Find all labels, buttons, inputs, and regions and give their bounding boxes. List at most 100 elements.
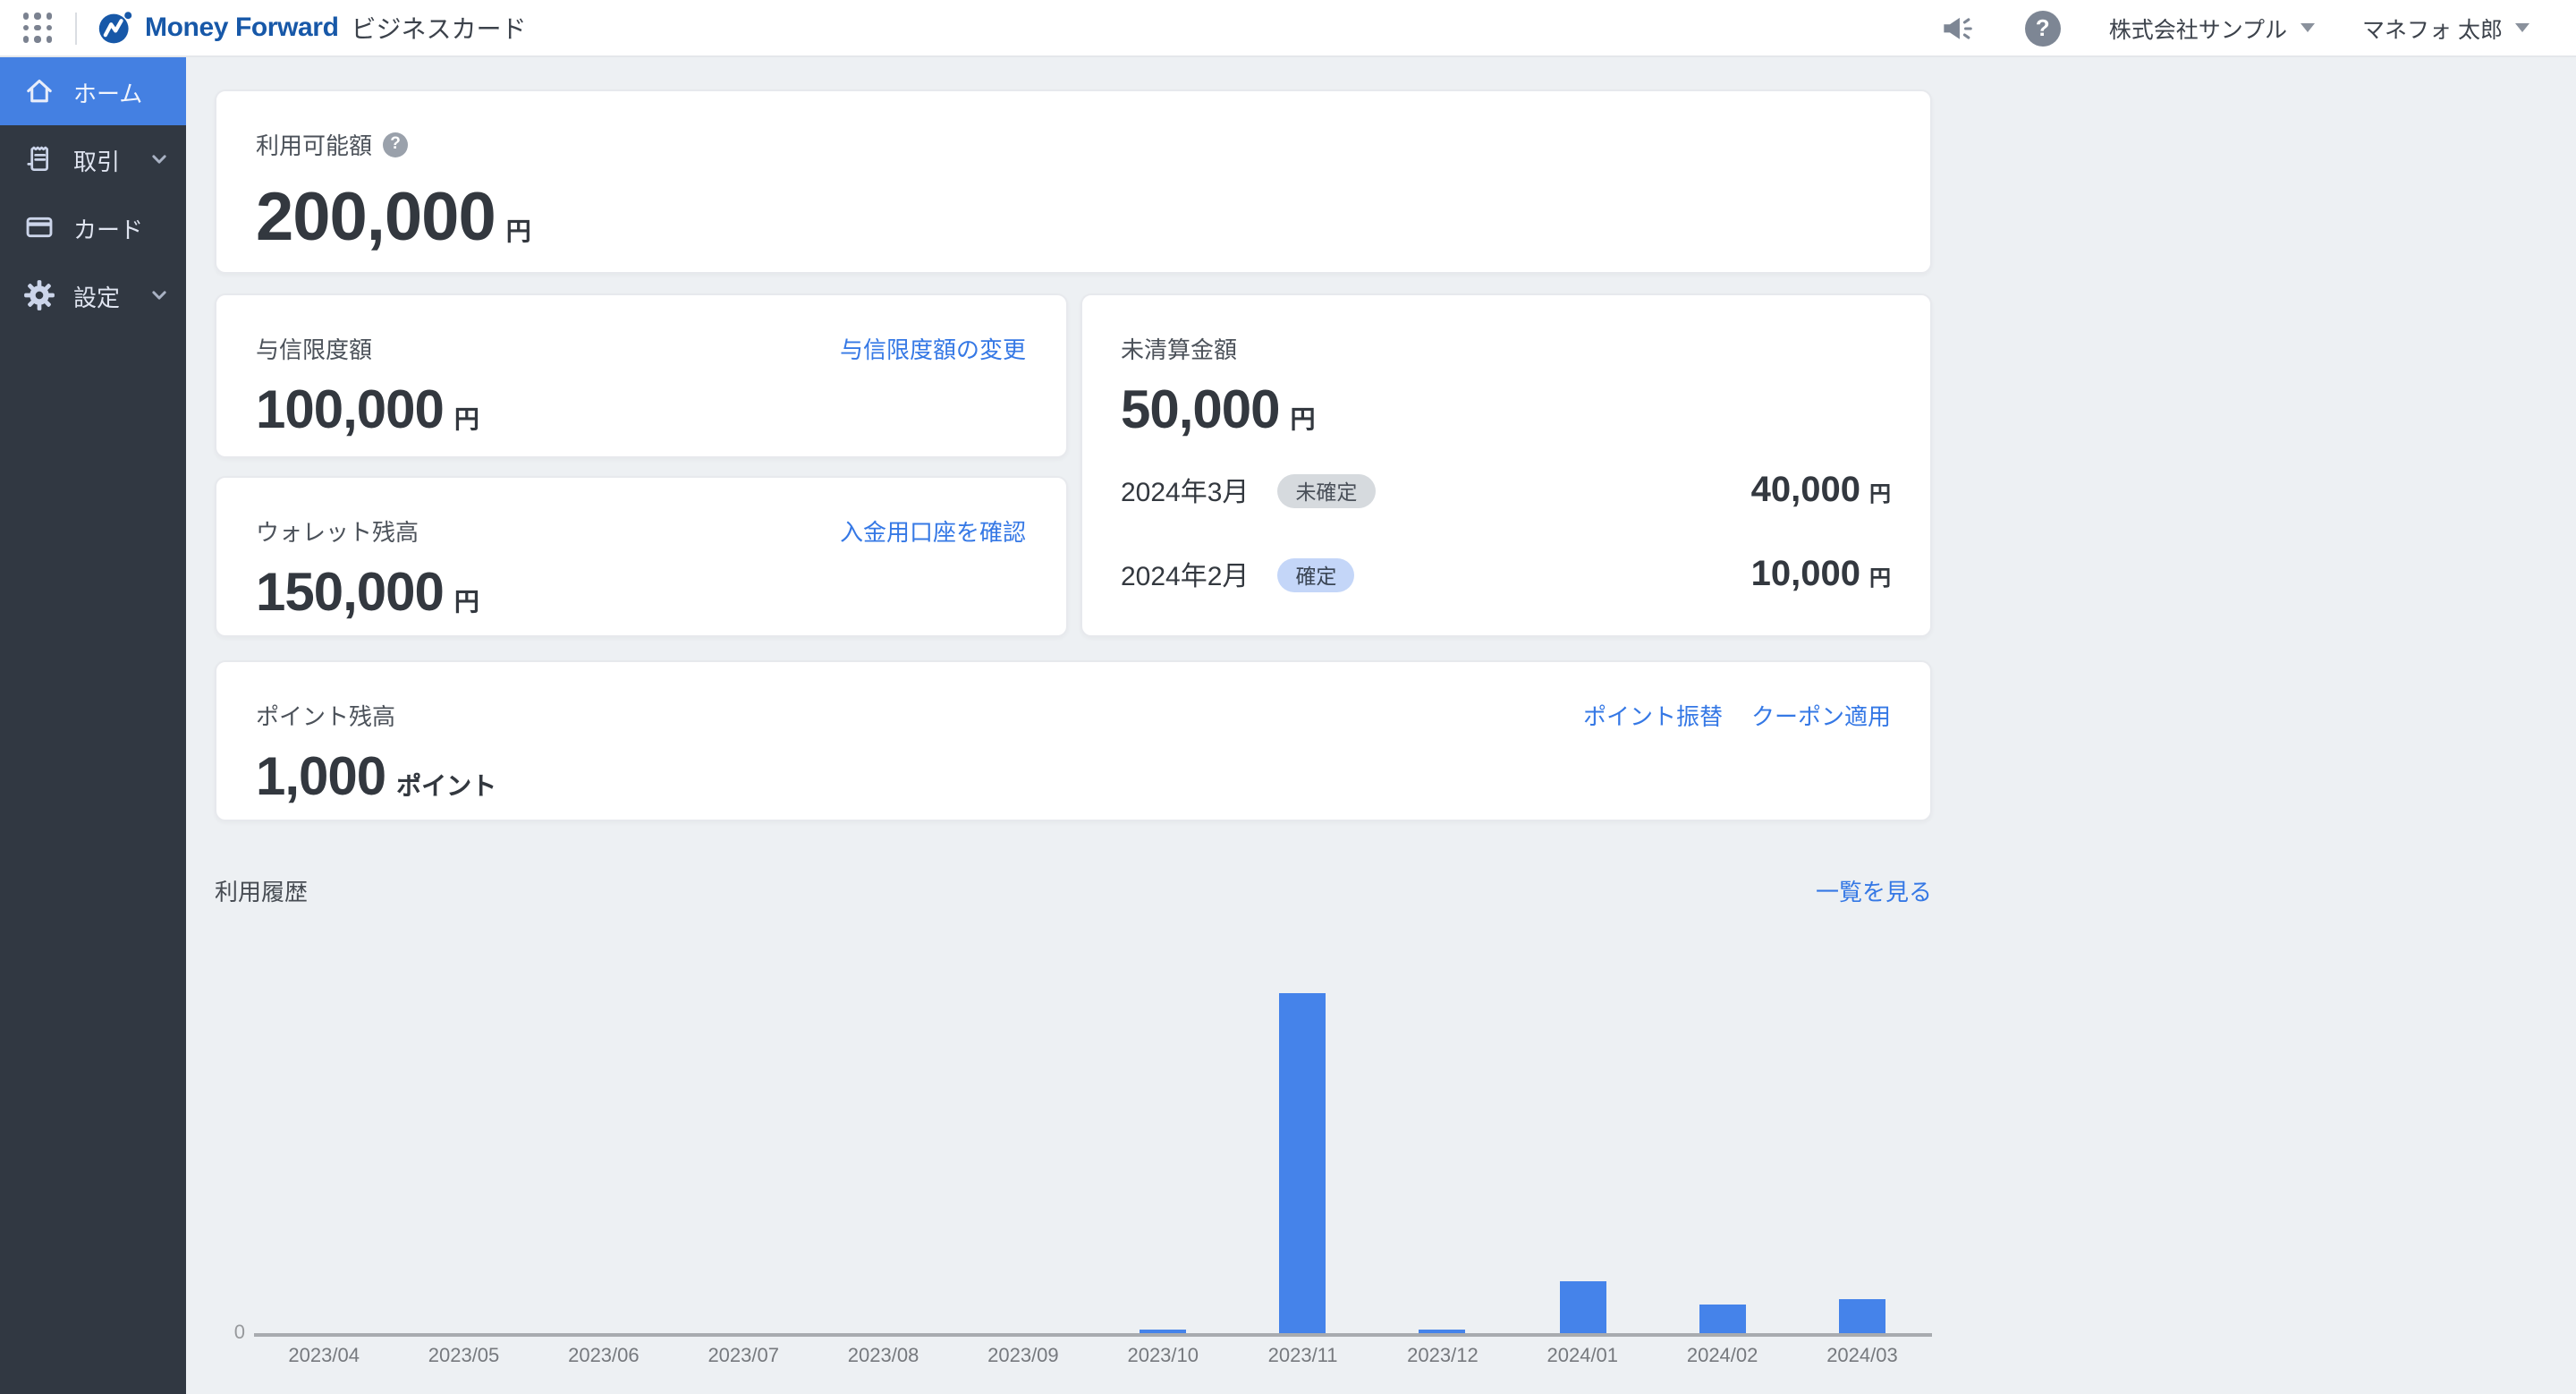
header-left: Money Forward ビジネスカード	[0, 6, 527, 49]
chart-slot	[1233, 993, 1372, 1333]
app-launcher-icon[interactable]	[16, 6, 59, 49]
month-label: 2024年3月	[1121, 472, 1249, 510]
credit-limit-card: 与信限度額 与信限度額の変更 100,000 円	[215, 293, 1067, 458]
header-divider	[75, 12, 77, 44]
points-balance-value: 1,000	[256, 748, 386, 809]
company-menu[interactable]: 株式会社サンプル	[2109, 11, 2314, 45]
x-tick-label: 2023/10	[1093, 1346, 1233, 1367]
x-tick-label: 2023/08	[813, 1346, 953, 1367]
chart-bar-2023/10	[1140, 1330, 1186, 1333]
usage-history-header: 利用履歴 一覧を見る	[215, 873, 1932, 907]
chart-bar-2024/03	[1839, 1299, 1885, 1333]
chevron-down-icon	[147, 147, 172, 172]
currency-unit: 円	[1869, 562, 1891, 592]
chart-slot	[1373, 1330, 1513, 1333]
currency-unit: 円	[1291, 401, 1316, 437]
usage-bar-chart: 0 2023/042023/052023/062023/072023/08202…	[215, 914, 1932, 1367]
x-tick-label: 2024/03	[1792, 1346, 1932, 1367]
announcements-icon[interactable]	[1937, 8, 1977, 47]
sidebar: ホーム 取引	[0, 57, 186, 1394]
sidebar-item-label: ホーム	[73, 74, 172, 108]
y-axis-tick-zero: 0	[215, 1322, 245, 1344]
sidebar-item-home[interactable]: ホーム	[0, 57, 186, 125]
user-menu[interactable]: マネフォ 太郎	[2362, 11, 2529, 45]
view-all-link[interactable]: 一覧を見る	[1816, 873, 1932, 907]
chart-x-axis-labels: 2023/042023/052023/062023/072023/082023/…	[254, 1346, 1932, 1367]
points-balance-card: ポイント残高 ポイント振替 クーポン適用 1,000 ポイント	[215, 660, 1932, 821]
help-icon[interactable]: ?	[2025, 10, 2061, 46]
month-label: 2024年2月	[1121, 557, 1249, 594]
gear-icon	[21, 277, 57, 313]
logo[interactable]: Money Forward ビジネスカード	[97, 9, 527, 47]
unsettled-month-row: 2024年3月 未確定 40,000 円	[1121, 471, 1891, 512]
moneyforward-logo-icon	[97, 9, 134, 47]
currency-unit: 円	[506, 213, 531, 249]
credit-card-icon	[21, 209, 57, 245]
chart-slot	[1513, 1281, 1652, 1333]
status-badge-confirmed: 確定	[1277, 558, 1354, 592]
card-title: ウォレット残高	[256, 514, 419, 548]
chart-slot	[1652, 1305, 1792, 1333]
wallet-balance-value: 150,000	[256, 564, 444, 625]
sidebar-item-label: 取引	[73, 142, 147, 176]
chevron-down-icon	[2515, 23, 2529, 32]
deposit-account-link[interactable]: 入金用口座を確認	[840, 514, 1026, 548]
change-credit-limit-link[interactable]: 与信限度額の変更	[840, 331, 1026, 365]
coupon-apply-link[interactable]: クーポン適用	[1751, 698, 1891, 732]
chart-bar-2023/11	[1280, 993, 1326, 1333]
header-right: ? 株式会社サンプル マネフォ 太郎	[1937, 8, 2576, 47]
card-title: 未清算金額	[1121, 331, 1237, 365]
currency-unit: 円	[454, 583, 479, 619]
card-title: ポイント残高	[256, 698, 395, 732]
wallet-balance-card: ウォレット残高 入金用口座を確認 150,000 円	[215, 476, 1067, 637]
card-title: 与信限度額	[256, 331, 372, 365]
x-tick-label: 2024/01	[1513, 1346, 1652, 1367]
available-amount-value: 200,000	[256, 181, 496, 258]
product-name: ビジネスカード	[352, 10, 527, 46]
currency-unit: 円	[454, 401, 479, 437]
x-tick-label: 2023/11	[1233, 1346, 1372, 1367]
x-tick-label: 2023/07	[674, 1346, 813, 1367]
sidebar-item-settings[interactable]: 設定	[0, 261, 186, 329]
chart-bar-2024/02	[1699, 1305, 1746, 1333]
sidebar-item-label: カード	[73, 210, 172, 244]
x-tick-label: 2023/06	[534, 1346, 674, 1367]
chart-slot	[1792, 1299, 1932, 1333]
unsettled-amount-card: 未清算金額 50,000 円 2024年3月 未確定 40,000	[1080, 293, 1932, 637]
top-header: Money Forward ビジネスカード ? 株式会社サンプル	[0, 0, 2576, 57]
card-title: 利用可能額	[256, 127, 372, 161]
status-badge-unconfirmed: 未確定	[1277, 474, 1375, 508]
megaphone-icon	[1937, 8, 1977, 47]
chart-bar-2023/12	[1419, 1330, 1466, 1333]
currency-unit: 円	[1869, 478, 1891, 508]
unsettled-amount-value: 50,000	[1121, 381, 1280, 442]
sidebar-item-transactions[interactable]: 取引	[0, 125, 186, 193]
points-transfer-link[interactable]: ポイント振替	[1583, 698, 1723, 732]
x-tick-label: 2024/02	[1652, 1346, 1792, 1367]
month-amount-value: 10,000	[1751, 555, 1860, 596]
section-title: 利用履歴	[215, 873, 308, 907]
sidebar-item-cards[interactable]: カード	[0, 193, 186, 261]
receipt-icon	[21, 141, 57, 177]
credit-limit-value: 100,000	[256, 381, 444, 442]
main-content: 利用可能額 ? 200,000 円 与信限度額	[186, 57, 2576, 1394]
chevron-down-icon	[2300, 23, 2314, 32]
unsettled-month-row: 2024年2月 確定 10,000 円	[1121, 555, 1891, 596]
x-tick-label: 2023/05	[394, 1346, 533, 1367]
logo-wordmark: Money Forward	[145, 13, 339, 43]
x-tick-label: 2023/12	[1373, 1346, 1513, 1367]
chart-bar-2024/01	[1559, 1281, 1606, 1333]
company-name: 株式会社サンプル	[2109, 11, 2287, 45]
help-tooltip-icon[interactable]: ?	[383, 132, 408, 157]
chart-slot	[1093, 1330, 1233, 1333]
available-amount-card: 利用可能額 ? 200,000 円	[215, 89, 1932, 274]
x-tick-label: 2023/09	[953, 1346, 1093, 1367]
chart-plot-area	[254, 914, 1932, 1337]
sidebar-item-label: 設定	[73, 278, 147, 312]
month-amount-value: 40,000	[1751, 471, 1860, 512]
points-unit: ポイント	[396, 768, 496, 803]
home-icon	[21, 73, 57, 109]
user-name: マネフォ 太郎	[2362, 11, 2503, 45]
app-root: Money Forward ビジネスカード ? 株式会社サンプル	[0, 0, 2576, 1394]
chevron-down-icon	[147, 283, 172, 308]
